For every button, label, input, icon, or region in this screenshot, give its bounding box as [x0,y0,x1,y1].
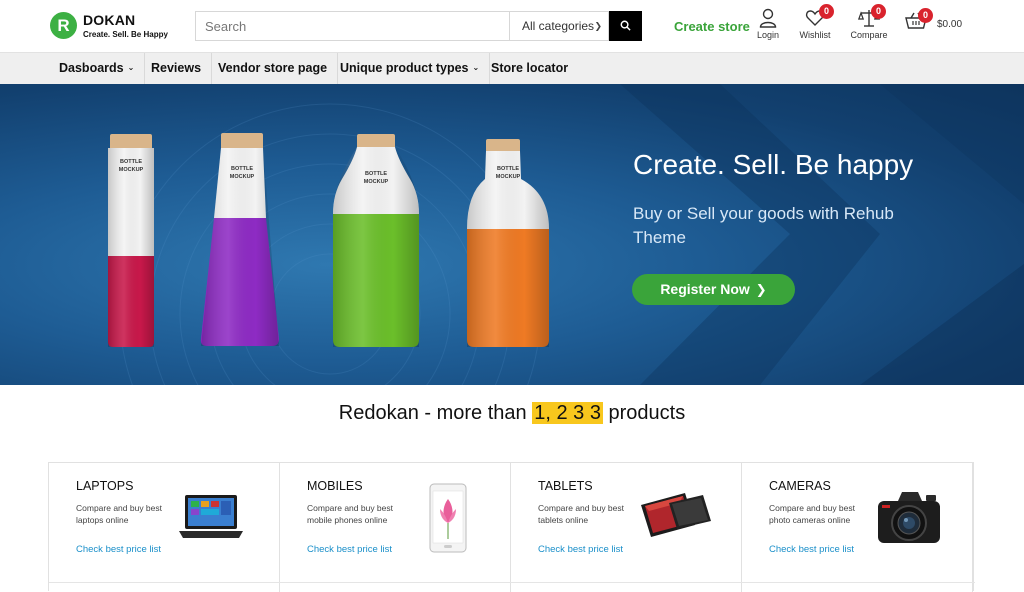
chevron-down-icon: ⌄ [472,63,480,72]
bottle-green [333,134,419,347]
row-divider [49,582,975,583]
nav-item-reviews[interactable]: Reviews [141,53,213,84]
bottle-label-orange-line1: BOTTLE [497,166,519,172]
hero-banner: BOTTLE MOCKUP BOTTLE MOCKUP BOTTLE MOCKUP B… [0,84,1024,385]
category-card-tablets[interactable]: TABLETS Compare and buy best tablets onl… [511,463,742,592]
bottle-purple [200,133,279,346]
category-description: Compare and buy best mobile phones onlin… [307,503,393,525]
bottle-label-orange-line2: MOCKUP [496,174,521,180]
login-label: Login [756,30,780,40]
nav-item-dashboards[interactable]: Dasboards ⌄ [49,53,146,84]
hero-subtitle: Buy or Sell your goods with Rehub Theme [633,204,894,247]
headline-prefix: Redokan - more than [338,402,533,424]
category-price-link[interactable]: Check best price list [307,544,399,556]
category-card-laptops[interactable]: LAPTOPS Compare and buy best laptops onl… [49,463,280,592]
category-title[interactable]: LAPTOPS [76,479,133,493]
bottle-label-green-line2: MOCKUP [364,179,389,185]
bottles-illustration: BOTTLE MOCKUP BOTTLE MOCKUP BOTTLE MOCKUP B… [108,133,549,347]
category-select[interactable]: All categories ❯ [509,12,609,40]
category-price-link[interactable]: Check best price list [76,544,168,556]
chevron-down-icon: ⌄ [127,63,135,72]
category-price-link[interactable]: Check best price list [538,544,630,556]
compare-count-badge: 0 [871,4,886,19]
laptop-image [179,495,243,538]
category-price-link[interactable]: Check best price list [769,544,861,556]
chevron-right-icon: ❯ [755,282,767,297]
bottle-red [108,134,154,347]
bottle-label-red-line1: BOTTLE [120,159,142,165]
cart-total[interactable]: $0.00 [937,19,962,30]
search-bar: All categories ❯ [195,11,609,41]
products-headline: Redokan - more than 1, 2 3 3 products [0,402,1024,425]
category-title[interactable]: CAMERAS [769,479,831,493]
chevron-down-icon: ❯ [594,21,602,31]
category-description: Compare and buy best photo cameras onlin… [769,503,855,525]
register-now-button[interactable]: Register Now ❯ [632,274,795,305]
hero-title: Create. Sell. Be happy [633,149,914,180]
search-icon [620,20,631,31]
category-select-label: All categories [522,19,595,33]
bottle-label-purple-line2: MOCKUP [230,174,255,180]
search-input[interactable] [196,12,509,40]
wishlist-count-badge: 0 [819,4,834,19]
headline-suffix: products [602,402,686,424]
category-description: Compare and buy best laptops online [76,503,162,525]
bottle-label-green-line1: BOTTLE [365,171,387,177]
category-grid: LAPTOPS Compare and buy best laptops onl… [48,462,975,592]
mobile-image [429,483,467,553]
cart-count-badge: 0 [918,8,933,23]
nav-item-label: Unique product types [340,61,469,75]
category-title[interactable]: TABLETS [538,479,593,493]
compare-label: Compare [850,30,888,40]
bottle-label-purple-line1: BOTTLE [231,166,253,172]
bottle-label-red-line2: MOCKUP [119,167,144,173]
category-card-cameras[interactable]: CAMERAS Compare and buy best photo camer… [742,463,973,592]
login-button[interactable]: Login [754,8,782,40]
nav-item-label: Vendor store page [218,61,328,75]
camera-image [878,492,940,543]
user-icon [759,8,777,28]
wishlist-button[interactable]: Wishlist 0 [797,4,834,40]
nav-item-vendor-store-page[interactable]: Vendor store page [208,53,339,84]
wishlist-label: Wishlist [799,30,831,40]
site-header: R DOKAN Create. Sell. Be Happy All categ… [0,0,1024,52]
product-count-highlight: 1, 2 3 3 [532,402,603,424]
main-nav: Dasboards ⌄ Reviews Vendor store page Uni… [0,52,1024,84]
nav-item-label: Dasboards [59,61,124,75]
create-store-link[interactable]: Create store [674,19,750,34]
logo-name[interactable]: DOKAN [83,12,135,28]
nav-item-store-locator[interactable]: Store locator [481,53,578,84]
nav-item-unique-product-types[interactable]: Unique product types ⌄ [330,53,491,84]
logo-icon[interactable]: R [50,12,77,39]
nav-item-label: Store locator [491,61,569,75]
register-now-label: Register Now [660,281,750,297]
category-title[interactable]: MOBILES [307,479,363,493]
search-button[interactable] [609,11,642,41]
category-description: Compare and buy best tablets online [538,503,624,525]
cart-button[interactable]: 0 [904,8,933,30]
tablet-image [641,493,711,537]
compare-button[interactable]: Compare 0 [849,4,889,40]
nav-item-label: Reviews [151,61,202,75]
category-card-mobiles[interactable]: MOBILES Compare and buy best mobile phon… [280,463,511,592]
logo-tagline: Create. Sell. Be Happy [83,30,168,39]
